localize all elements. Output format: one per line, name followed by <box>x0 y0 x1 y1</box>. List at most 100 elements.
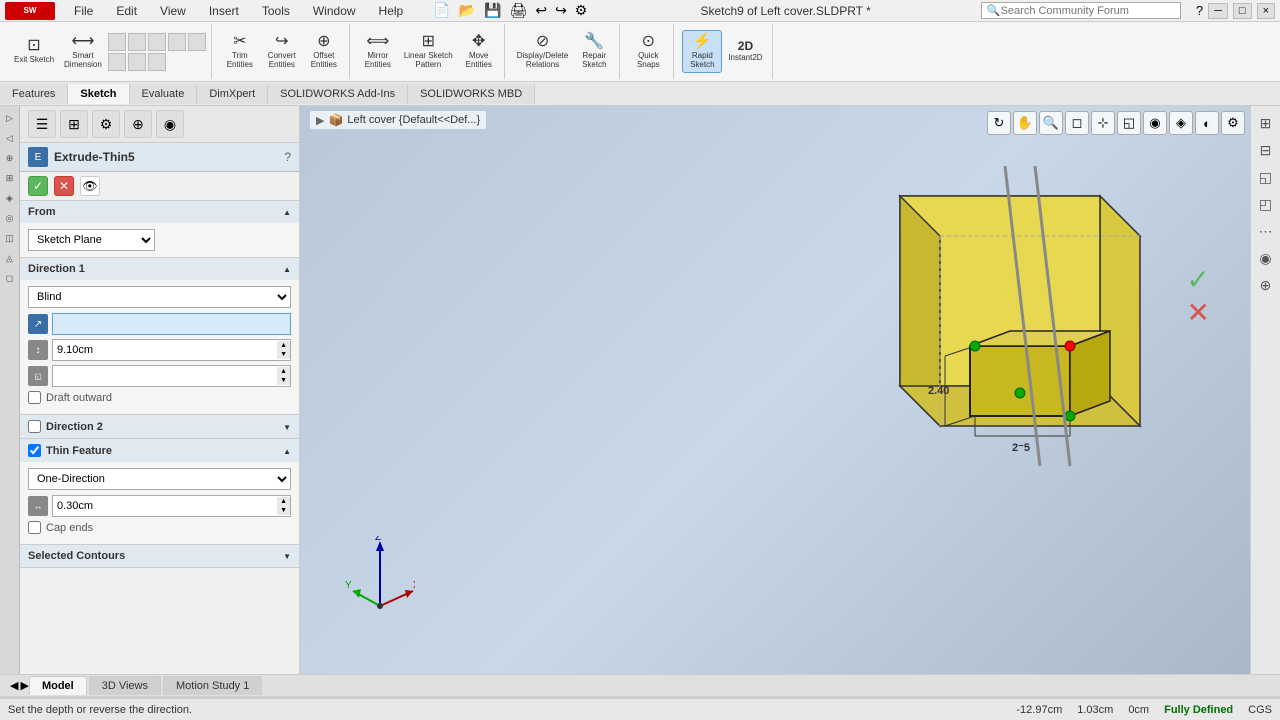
tab-dimxpert[interactable]: DimXpert <box>197 84 268 104</box>
display-style-button[interactable]: ◻ <box>1065 111 1089 135</box>
polygon-tool-button[interactable] <box>188 33 206 51</box>
scroll-right-icon[interactable]: ▶ <box>20 679 28 692</box>
direction2-section-header[interactable]: Direction 2 <box>20 415 299 438</box>
right-panel-btn-2[interactable]: ⊟ <box>1254 138 1278 162</box>
menu-window[interactable]: Window <box>309 2 360 20</box>
depth-down-button[interactable]: ▼ <box>277 350 290 359</box>
far-left-btn-8[interactable]: ◬ <box>2 250 18 266</box>
search-input[interactable] <box>1001 5 1151 17</box>
redo-icon[interactable]: ↪ <box>552 1 570 20</box>
view-settings-button[interactable]: ⚙ <box>1221 111 1245 135</box>
minimize-button[interactable]: ─ <box>1208 3 1228 19</box>
convert-entities-button[interactable]: ↪ ConvertEntities <box>262 31 302 73</box>
pan-view-button[interactable]: ✋ <box>1013 111 1037 135</box>
bottom-tab-model[interactable]: Model <box>29 676 87 695</box>
ellipse-tool-button[interactable] <box>128 53 146 71</box>
line-tool-button[interactable] <box>108 33 126 51</box>
move-entities-button[interactable]: ✥ MoveEntities <box>459 31 499 73</box>
thin-feature-header[interactable]: Thin Feature <box>20 439 299 462</box>
tab-addins[interactable]: SOLIDWORKS Add-Ins <box>268 84 408 104</box>
sidebar-color-icon[interactable]: ◉ <box>156 110 184 138</box>
sidebar-grid-icon[interactable]: ⊞ <box>60 110 88 138</box>
display-delete-relations-button[interactable]: ⊘ Display/DeleteRelations <box>513 31 573 73</box>
search-box[interactable]: 🔍 <box>981 2 1181 19</box>
far-left-btn-6[interactable]: ◎ <box>2 210 18 226</box>
save-icon[interactable]: 💾 <box>481 1 504 20</box>
view-orient-button[interactable]: ⊹ <box>1091 111 1115 135</box>
repair-sketch-button[interactable]: 🔧 RepairSketch <box>574 31 614 73</box>
menu-view[interactable]: View <box>156 2 190 20</box>
tab-sketch[interactable]: Sketch <box>68 84 129 104</box>
scroll-left-icon[interactable]: ◀ <box>10 679 18 692</box>
text-tool-button[interactable] <box>148 53 166 71</box>
print-icon[interactable]: 🖨 <box>507 1 531 20</box>
mirror-entities-button[interactable]: ⟺ MirrorEntities <box>358 31 398 73</box>
tab-features[interactable]: Features <box>0 84 68 104</box>
sidebar-list-icon[interactable]: ☰ <box>28 110 56 138</box>
sidebar-settings-icon[interactable]: ⚙ <box>92 110 120 138</box>
menu-file[interactable]: File <box>70 2 97 20</box>
viewport-reject-button[interactable]: ✕ <box>1187 299 1210 327</box>
undo-icon[interactable]: ↩ <box>532 1 550 20</box>
offset-entities-button[interactable]: ⊕ OffsetEntities <box>304 31 344 73</box>
direction1-type-select[interactable]: Blind Through All Up To Vertex Up To Sur… <box>28 286 291 308</box>
tab-mbd[interactable]: SOLIDWORKS MBD <box>408 84 535 104</box>
far-left-btn-3[interactable]: ⊕ <box>2 150 18 166</box>
selected-contours-header[interactable]: Selected Contours <box>20 545 299 567</box>
panel-help-icon[interactable]: ? <box>284 150 291 164</box>
trim-entities-button[interactable]: ✂ TrimEntities <box>220 31 260 73</box>
from-type-select[interactable]: Sketch Plane Surface/Face/Plane Vertex O… <box>28 229 155 251</box>
tab-evaluate[interactable]: Evaluate <box>130 84 198 104</box>
options-icon[interactable]: ⚙ <box>572 1 591 20</box>
circle-tool-button[interactable] <box>148 33 166 51</box>
far-left-btn-5[interactable]: ◈ <box>2 190 18 206</box>
quick-snaps-button[interactable]: ⊙ QuickSnaps <box>628 31 668 73</box>
maximize-button[interactable]: □ <box>1233 3 1252 19</box>
thickness-down-button[interactable]: ▼ <box>277 506 290 515</box>
right-panel-btn-1[interactable]: ⊞ <box>1254 111 1278 135</box>
smart-dimension-button[interactable]: ⟷ SmartDimension <box>60 31 106 73</box>
bottom-tab-3dviews[interactable]: 3D Views <box>89 676 161 695</box>
bottom-tab-motion[interactable]: Motion Study 1 <box>163 676 262 695</box>
depth-up-button[interactable]: ▲ <box>277 341 290 350</box>
secondary-input[interactable] <box>53 366 277 386</box>
draft-outward-label[interactable]: Draft outward <box>46 392 112 404</box>
help-icon[interactable]: ? <box>1196 3 1203 18</box>
direction1-section-header[interactable]: Direction 1 <box>20 258 299 280</box>
far-left-btn-1[interactable]: ▷ <box>2 110 18 126</box>
far-left-btn-2[interactable]: ◁ <box>2 130 18 146</box>
thickness-input[interactable]: 0.30cm <box>53 496 277 516</box>
rapid-sketch-button[interactable]: ⚡ RapidSketch <box>682 30 722 74</box>
confirm-button[interactable]: ✓ <box>28 176 48 196</box>
thickness-up-button[interactable]: ▲ <box>277 497 290 506</box>
secondary-down-button[interactable]: ▼ <box>277 376 290 385</box>
secondary-up-button[interactable]: ▲ <box>277 367 290 376</box>
direction2-checkbox[interactable] <box>28 420 41 433</box>
draft-outward-checkbox[interactable] <box>28 391 41 404</box>
rect-tool-button[interactable] <box>128 33 146 51</box>
menu-tools[interactable]: Tools <box>258 2 294 20</box>
far-left-btn-4[interactable]: ⊞ <box>2 170 18 186</box>
instant2d-button[interactable]: 2D Instant2D <box>724 37 766 66</box>
far-left-btn-7[interactable]: ◫ <box>2 230 18 246</box>
menu-edit[interactable]: Edit <box>112 2 141 20</box>
exit-sketch-button[interactable]: ⊡ Exit Sketch <box>10 35 58 68</box>
sidebar-target-icon[interactable]: ⊕ <box>124 110 152 138</box>
right-panel-btn-6[interactable]: ◉ <box>1254 246 1278 270</box>
open-icon[interactable]: 📂 <box>456 1 479 20</box>
right-panel-btn-5[interactable]: ⋯ <box>1254 219 1278 243</box>
right-panel-btn-3[interactable]: ◱ <box>1254 165 1278 189</box>
new-icon[interactable]: 📄 <box>430 1 453 20</box>
right-panel-btn-7[interactable]: ⊕ <box>1254 273 1278 297</box>
arc-tool-button[interactable] <box>168 33 186 51</box>
hide-show-button[interactable]: ◉ <box>1143 111 1167 135</box>
right-panel-btn-4[interactable]: ◰ <box>1254 192 1278 216</box>
edit-appear-button[interactable]: ◈ <box>1169 111 1193 135</box>
spline-tool-button[interactable] <box>108 53 126 71</box>
preview-button[interactable]: 👁 <box>80 176 100 196</box>
menu-help[interactable]: Help <box>375 2 408 20</box>
rotate-view-button[interactable]: ↻ <box>987 111 1011 135</box>
far-left-btn-9[interactable]: ◻ <box>2 270 18 286</box>
thin-feature-type-select[interactable]: One-Direction Mid-Plane Two-Direction <box>28 468 291 490</box>
zoom-button[interactable]: 🔍 <box>1039 111 1063 135</box>
